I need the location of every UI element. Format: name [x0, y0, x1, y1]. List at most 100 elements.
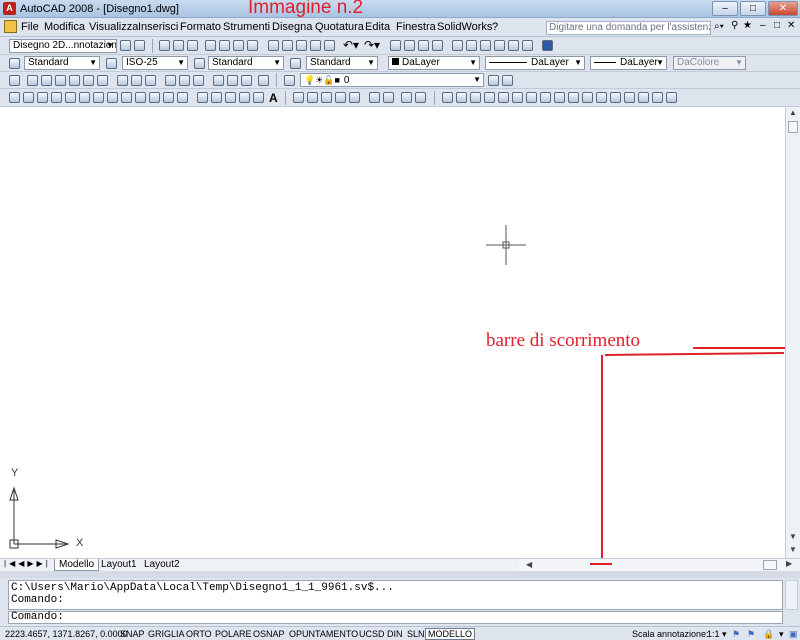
tab-navigation-arrows[interactable]: |◀◀▶▶|	[4, 559, 51, 568]
markup-icon[interactable]	[508, 40, 519, 51]
doc-maximize-button[interactable]: □	[774, 20, 780, 31]
gradient-icon[interactable]	[225, 92, 236, 103]
zoom-object-icon[interactable]	[369, 92, 380, 103]
status-menu-chevron-icon[interactable]: ▾	[776, 628, 787, 640]
line-icon[interactable]	[9, 92, 20, 103]
scroll-down-icon[interactable]: ▼	[787, 531, 799, 543]
cut-icon[interactable]	[268, 40, 279, 51]
drawing-area[interactable]: Y X barre di scorrimento	[0, 107, 792, 558]
workspace-settings-icon[interactable]	[120, 40, 131, 51]
continue-dim-icon[interactable]	[165, 75, 176, 86]
zoom-previous-icon[interactable]	[432, 40, 443, 51]
copy-icon[interactable]	[282, 40, 293, 51]
point-icon[interactable]	[197, 92, 208, 103]
multiline-text-icon[interactable]: A	[269, 91, 278, 105]
baseline-dim-icon[interactable]	[145, 75, 156, 86]
chevron-down-icon[interactable]: ▼	[177, 57, 185, 69]
zoom-out-icon[interactable]	[401, 92, 412, 103]
menu-finestra[interactable]: Finestra	[396, 21, 436, 33]
3d-dwf-icon[interactable]	[247, 40, 258, 51]
make-current-layer-icon[interactable]	[488, 75, 499, 86]
menu-inserisci[interactable]: Inserisci	[138, 21, 178, 33]
zoom-in-icon[interactable]	[383, 92, 394, 103]
redo-icon[interactable]: ↷▾	[364, 38, 380, 52]
publish-icon[interactable]	[233, 40, 244, 51]
menu-strumenti[interactable]: Strumenti	[223, 21, 270, 33]
chevron-down-icon[interactable]: ▼	[469, 57, 477, 69]
angular-dim-icon[interactable]	[117, 75, 128, 86]
ordinate-dim-icon[interactable]	[55, 75, 66, 86]
plot-style-select[interactable]: DaColore ▼	[673, 56, 746, 70]
pan-icon[interactable]	[390, 40, 401, 51]
sheet-set-icon[interactable]	[494, 40, 505, 51]
autocad-app-icon[interactable]: A	[3, 2, 16, 15]
table-icon[interactable]	[253, 92, 264, 103]
dim-edit-icon[interactable]	[213, 75, 224, 86]
design-center-icon[interactable]	[466, 40, 477, 51]
circle-icon[interactable]	[93, 92, 104, 103]
communication-center-icon[interactable]: ⚲	[731, 20, 738, 31]
fillet-icon[interactable]	[652, 92, 663, 103]
tab-modello[interactable]: Modello	[54, 559, 100, 571]
workspace-select[interactable]: Disegno 2D...nnotazione ▼	[9, 39, 117, 53]
toggle-griglia[interactable]: GRIGLIA	[145, 628, 188, 640]
stretch-icon[interactable]	[554, 92, 565, 103]
chevron-down-icon[interactable]: ▼	[273, 57, 281, 69]
zoom-center-icon[interactable]	[349, 92, 360, 103]
menu-modifica[interactable]: Modifica	[44, 21, 85, 33]
doc-minimize-button[interactable]: –	[760, 20, 766, 31]
lock-icon[interactable]	[134, 40, 145, 51]
tool-palettes-icon[interactable]	[480, 40, 491, 51]
zoom-realtime-icon[interactable]	[293, 92, 304, 103]
menu-help[interactable]: ?	[492, 21, 498, 33]
save-icon[interactable]	[187, 40, 198, 51]
zoom-realtime-icon[interactable]	[404, 40, 415, 51]
ellipse-arc-icon[interactable]	[149, 92, 160, 103]
annotation-visibility-icon[interactable]: ⚑	[729, 628, 743, 640]
table-style-select[interactable]: Standard ▼	[208, 56, 284, 70]
mirror-icon[interactable]	[470, 92, 481, 103]
tab-layout1[interactable]: Layout1	[97, 559, 141, 571]
match-properties-icon[interactable]	[310, 40, 321, 51]
menu-edita[interactable]: Edita	[365, 21, 390, 33]
toggle-snap[interactable]: SNAP	[117, 628, 148, 640]
explode-icon[interactable]	[666, 92, 677, 103]
layer-manager-icon[interactable]	[284, 75, 295, 86]
vertical-scrollbar[interactable]: ▲ ▼ ▼	[785, 107, 800, 558]
clean-screen-icon[interactable]: ▣	[786, 628, 800, 640]
chevron-down-icon[interactable]: ▼	[735, 57, 743, 69]
menu-solidworks[interactable]: SolidWorks	[437, 21, 492, 33]
page-down-icon[interactable]: ▼	[787, 544, 799, 556]
favorites-star-icon[interactable]: ★	[743, 20, 752, 31]
document-icon[interactable]	[4, 20, 17, 33]
lineweight-select[interactable]: DaLayer ▼	[590, 56, 667, 70]
extend-icon[interactable]	[582, 92, 593, 103]
toggle-osnap[interactable]: OSNAP	[250, 628, 288, 640]
calculator-icon[interactable]	[522, 40, 533, 51]
tab-layout2[interactable]: Layout2	[140, 559, 184, 571]
horizontal-scrollbar[interactable]: ◀	[519, 559, 785, 571]
dim-style-select[interactable]: ISO-25 ▼	[122, 56, 188, 70]
zoom-scale-icon[interactable]	[335, 92, 346, 103]
spline-icon[interactable]	[121, 92, 132, 103]
scale-icon[interactable]	[540, 92, 551, 103]
ellipse-icon[interactable]	[135, 92, 146, 103]
magnet-icon[interactable]	[258, 75, 269, 86]
scroll-right-icon[interactable]: ▶	[786, 559, 792, 568]
auto-scale-icon[interactable]: ⚑	[744, 628, 758, 640]
offset-icon[interactable]	[484, 92, 495, 103]
toggle-ucsd[interactable]: UCSD	[356, 628, 388, 640]
mleader-style-select[interactable]: Standard ▼	[306, 56, 378, 70]
region-icon[interactable]	[239, 92, 250, 103]
toggle-opuntamento[interactable]: OPUNTAMENTO	[286, 628, 361, 640]
rectangle-icon[interactable]	[65, 92, 76, 103]
new-icon[interactable]	[159, 40, 170, 51]
dim-style-icon[interactable]	[106, 58, 117, 69]
revision-cloud-icon[interactable]	[107, 92, 118, 103]
arc-length-icon[interactable]	[41, 75, 52, 86]
rotate-icon[interactable]	[526, 92, 537, 103]
dim-text-edit-icon[interactable]	[227, 75, 238, 86]
erase-icon[interactable]	[442, 92, 453, 103]
chevron-down-icon[interactable]: ▼	[473, 74, 481, 86]
trim-icon[interactable]	[568, 92, 579, 103]
